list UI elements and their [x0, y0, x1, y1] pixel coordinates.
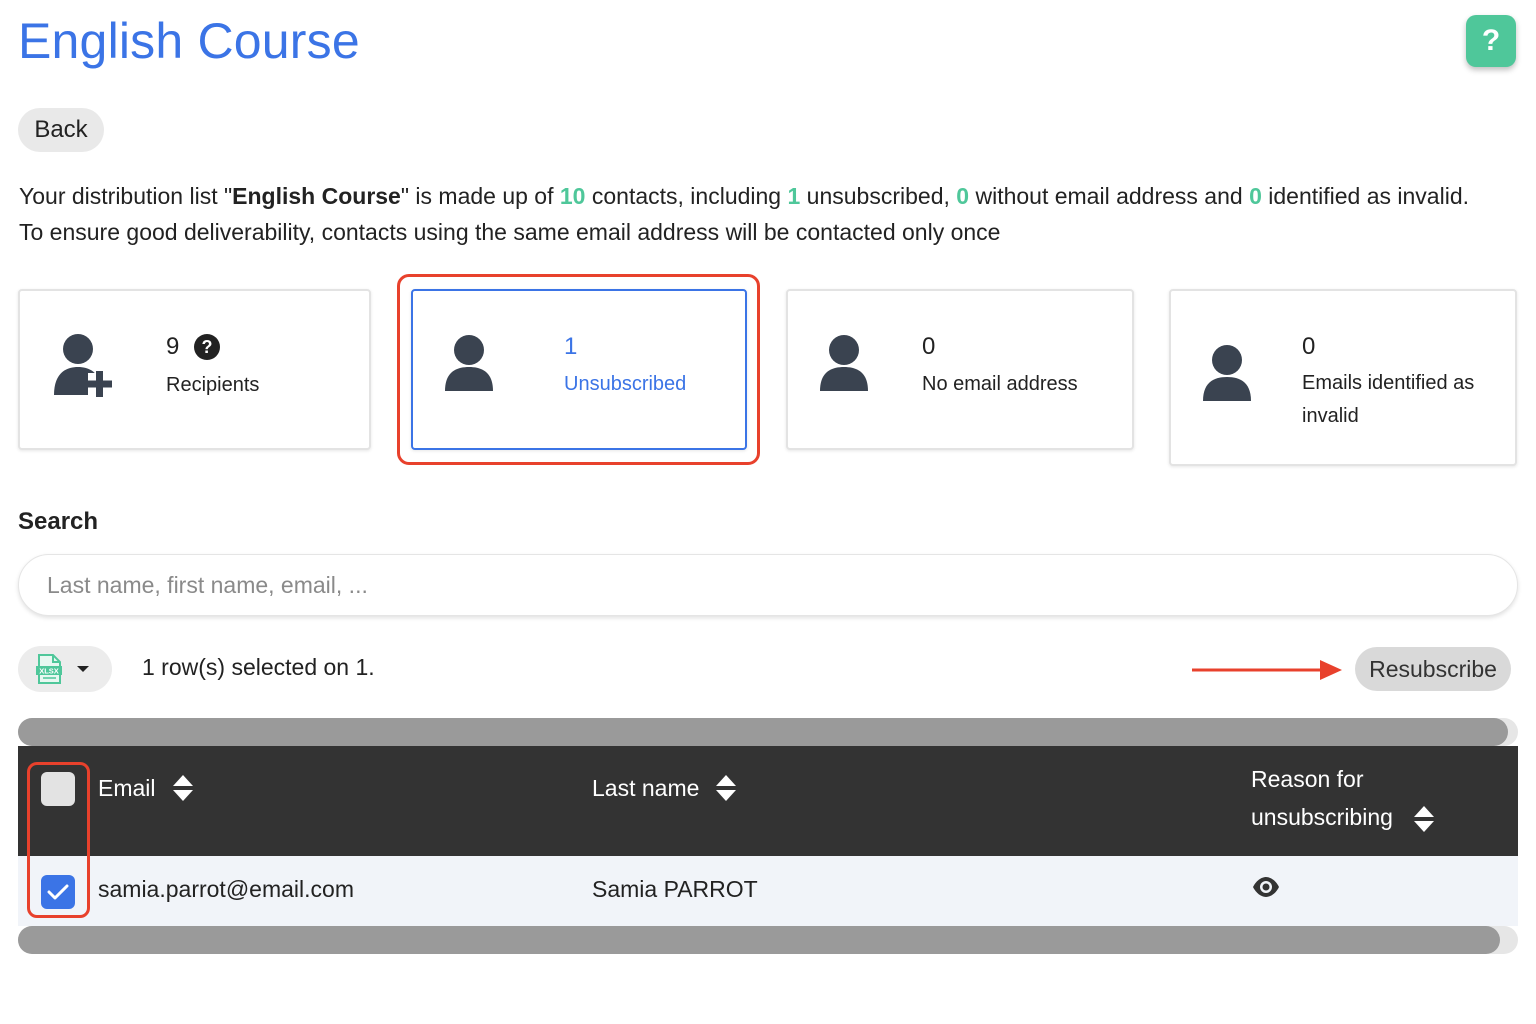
no-email-count: 0: [956, 183, 970, 209]
card-unsubscribed[interactable]: 1 Unsubscribed: [411, 289, 747, 450]
select-all-checkbox[interactable]: [41, 772, 75, 806]
list-name: English Course: [232, 183, 401, 209]
svg-text:?: ?: [202, 337, 213, 357]
selection-status: 1 row(s) selected on 1.: [142, 654, 375, 680]
cell-email: samia.parrot@email.com: [98, 876, 354, 902]
card-label: Unsubscribed: [564, 373, 687, 395]
horizontal-scrollbar-top[interactable]: [18, 718, 1518, 746]
scrollbar-thumb[interactable]: [18, 926, 1500, 954]
table-row[interactable]: samia.parrot@email.com Samia PARROT: [18, 856, 1518, 926]
search-label: Search: [18, 508, 99, 535]
card-count: 9: [166, 333, 180, 360]
search-input[interactable]: [18, 554, 1518, 616]
summary-line-2: To ensure good deliverability, contacts …: [19, 219, 1001, 245]
help-button[interactable]: ?: [1466, 15, 1516, 67]
user-icon: [445, 335, 493, 391]
invalid-count: 0: [1249, 183, 1262, 209]
summary-text: Your distribution list "English Course" …: [19, 178, 1469, 250]
card-count: 1: [564, 333, 578, 360]
unsubscribed-count: 1: [787, 183, 801, 209]
caret-down-icon: [77, 666, 89, 672]
export-dropdown-button[interactable]: XLSX: [18, 646, 112, 692]
table-header: Email Last name Reason for unsubscribing: [18, 746, 1518, 856]
user-icon: [820, 335, 868, 391]
question-circle-icon[interactable]: ?: [193, 333, 221, 361]
cell-last-name: Samia PARROT: [592, 876, 758, 902]
annotation-arrow-icon: [1192, 660, 1342, 680]
column-header-email[interactable]: Email: [98, 774, 194, 802]
scrollbar-thumb[interactable]: [18, 718, 1508, 746]
page-title: English Course: [18, 13, 360, 69]
card-count: 0: [1302, 333, 1316, 360]
card-count: 0: [922, 333, 936, 360]
horizontal-scrollbar-bottom[interactable]: [18, 926, 1518, 954]
card-label: Recipients: [166, 374, 260, 396]
xlsx-file-icon: XLSX: [36, 654, 62, 684]
sort-icon: [172, 775, 193, 801]
card-recipients[interactable]: 9 ? Recipients: [18, 289, 371, 450]
svg-text:XLSX: XLSX: [39, 667, 59, 676]
user-icon: [1203, 345, 1251, 401]
card-label: No email address: [922, 373, 1078, 395]
sort-icon: [716, 775, 737, 801]
summary-line-1: Your distribution list "English Course" …: [19, 183, 1469, 209]
back-button[interactable]: Back: [18, 108, 104, 152]
resubscribe-button[interactable]: Resubscribe: [1355, 647, 1511, 691]
checkmark-icon: [47, 884, 69, 900]
card-no-email[interactable]: 0 No email address: [786, 289, 1134, 450]
column-header-reason[interactable]: Reason for unsubscribing: [1251, 760, 1451, 836]
column-header-last-name[interactable]: Last name: [592, 774, 737, 802]
question-icon: ?: [1481, 24, 1501, 57]
user-plus-icon: [54, 334, 112, 397]
sort-icon: [1414, 805, 1435, 832]
row-checkbox[interactable]: [41, 875, 75, 909]
eye-icon[interactable]: [1252, 876, 1280, 898]
card-label: Emails identified as invalid: [1302, 372, 1475, 427]
card-invalid[interactable]: 0 Emails identified as invalid: [1169, 289, 1517, 466]
contacts-count: 10: [559, 183, 586, 209]
